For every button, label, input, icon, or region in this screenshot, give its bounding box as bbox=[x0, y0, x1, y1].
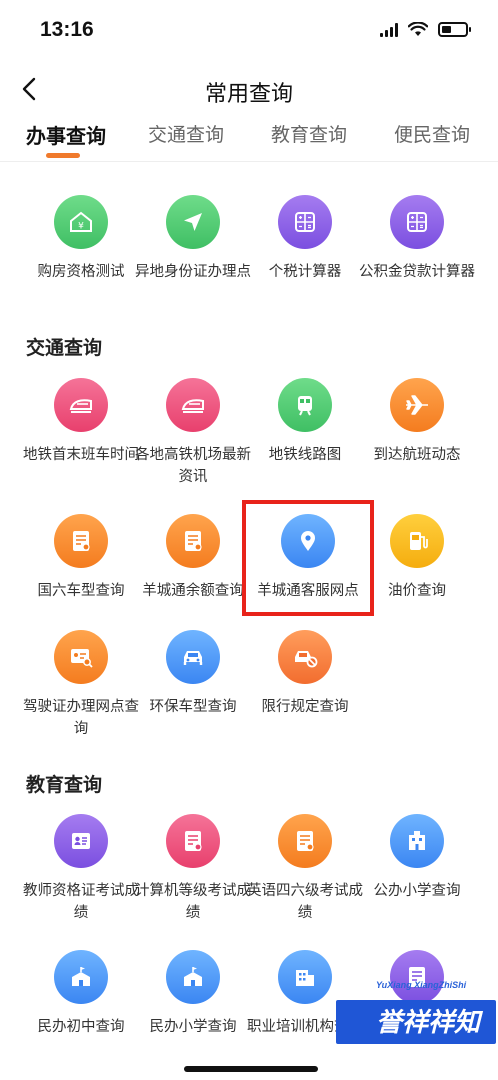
wifi-icon bbox=[408, 22, 428, 36]
id-card-icon bbox=[54, 814, 108, 868]
calculator-icon bbox=[390, 195, 444, 249]
watermark-small-text: YuXiang XiangZhiShi bbox=[376, 980, 467, 990]
calculator-icon bbox=[278, 195, 332, 249]
school-icon bbox=[166, 950, 220, 1004]
battery-icon bbox=[438, 22, 471, 37]
grid-item-flight-arrivals[interactable]: 到达航班动态 bbox=[355, 378, 479, 466]
tab-banshi[interactable]: 办事查询 bbox=[26, 120, 106, 149]
nav-bar: 常用查询 bbox=[0, 62, 498, 116]
car-restricted-icon bbox=[278, 630, 332, 684]
grid-item-china6-vehicle[interactable]: 国六车型查询 bbox=[19, 514, 143, 602]
airplane-icon bbox=[390, 378, 444, 432]
document-icon bbox=[166, 514, 220, 568]
status-time: 13:16 bbox=[40, 18, 94, 41]
signal-icon bbox=[380, 22, 398, 37]
building-icon bbox=[390, 814, 444, 868]
house-icon: ¥ bbox=[54, 195, 108, 249]
home-indicator[interactable] bbox=[184, 1066, 318, 1072]
watermark-main-text: 誉祥祥知识 bbox=[336, 1000, 496, 1080]
grid-item-driver-license-points[interactable]: 驾驶证办理网点查询 bbox=[19, 630, 143, 740]
document-icon bbox=[54, 514, 108, 568]
building-icon bbox=[278, 950, 332, 1004]
grid-item-highspeed-airport-news[interactable]: 各地高铁机场最新资讯 bbox=[131, 378, 255, 488]
grid-item-private-primary-school[interactable]: 民办小学查询 bbox=[131, 950, 255, 1038]
section-title-jiaotong: 交通查询 bbox=[26, 338, 103, 359]
grid-item-metro-map[interactable]: 地铁线路图 bbox=[243, 378, 367, 466]
car-icon bbox=[166, 630, 220, 684]
status-icons bbox=[380, 22, 471, 37]
grid-item-house-qualification[interactable]: ¥ 购房资格测试 bbox=[19, 195, 143, 283]
section-title-jiaoyu: 教育查询 bbox=[26, 775, 103, 796]
active-tab-indicator bbox=[46, 153, 80, 158]
school-icon bbox=[54, 950, 108, 1004]
watermark-logo: YuXiang XiangZhiShi 誉祥祥知识 bbox=[336, 980, 496, 1080]
grid-item-private-middle-school[interactable]: 民办初中查询 bbox=[19, 950, 143, 1038]
status-bar: 13:16 bbox=[0, 0, 498, 62]
tab-bar: 办事查询 交通查询 教育查询 便民查询 bbox=[0, 116, 498, 162]
page-title: 常用查询 bbox=[204, 81, 293, 106]
grid-item-traffic-restriction[interactable]: 限行规定查询 bbox=[243, 630, 367, 718]
grid-item-yct-balance[interactable]: 羊城通余额查询 bbox=[131, 514, 255, 602]
grid-item-cet-score[interactable]: 英语四六级考试成绩 bbox=[243, 814, 367, 924]
fuel-icon bbox=[390, 514, 444, 568]
train-icon bbox=[166, 378, 220, 432]
grid-item-eco-vehicle[interactable]: 环保车型查询 bbox=[131, 630, 255, 718]
tab-bianmin[interactable]: 便民查询 bbox=[394, 120, 470, 147]
grid-item-housing-fund-calculator[interactable]: 公积金贷款计算器 bbox=[355, 195, 479, 283]
tab-jiaotong[interactable]: 交通查询 bbox=[148, 120, 224, 147]
grid-item-metro-first-last-train[interactable]: 地铁首末班车时间 bbox=[19, 378, 143, 466]
highlight-box bbox=[242, 500, 374, 616]
grid-item-id-card-offsite[interactable]: 异地身份证办理点 bbox=[131, 195, 255, 283]
navigation-arrow-icon bbox=[166, 195, 220, 249]
metro-icon bbox=[278, 378, 332, 432]
grid-item-public-primary-school[interactable]: 公办小学查询 bbox=[355, 814, 479, 902]
grid-item-teacher-cert-score[interactable]: 教师资格证考试成绩 bbox=[19, 814, 143, 924]
svg-text:¥: ¥ bbox=[78, 222, 84, 232]
grid-item-tax-calculator[interactable]: 个税计算器 bbox=[243, 195, 367, 283]
document-icon bbox=[278, 814, 332, 868]
document-icon bbox=[166, 814, 220, 868]
train-icon bbox=[54, 378, 108, 432]
grid-item-computer-exam-score[interactable]: 计算机等级考试成绩 bbox=[131, 814, 255, 924]
id-card-search-icon bbox=[54, 630, 108, 684]
tab-jiaoyu[interactable]: 教育查询 bbox=[271, 120, 347, 147]
